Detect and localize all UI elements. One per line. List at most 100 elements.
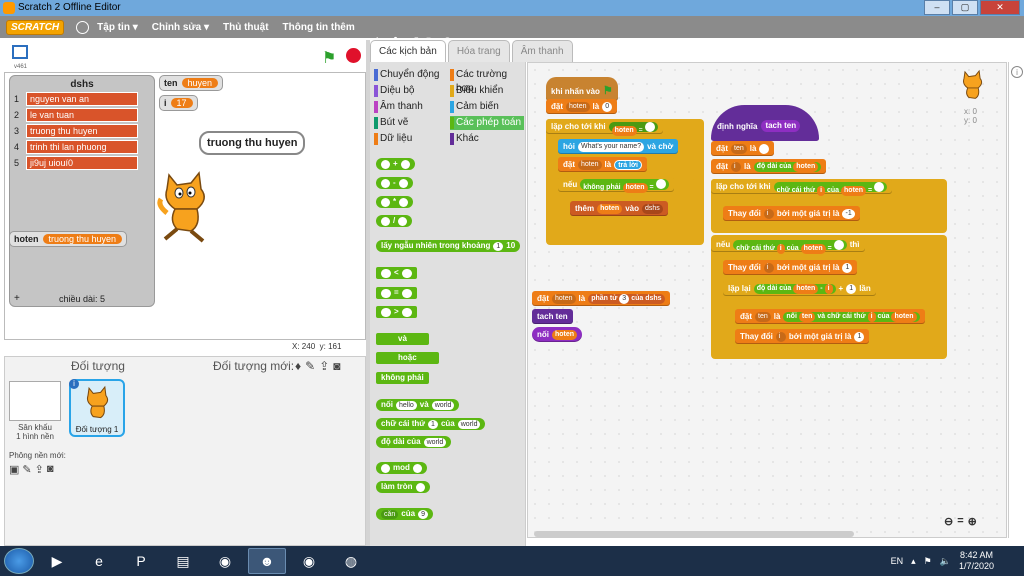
list-cell[interactable]: ji9uj uiouí0 [26,156,138,170]
cat-sprite[interactable] [155,169,217,245]
stop-icon[interactable] [346,48,361,63]
palette-subtract-block[interactable]: - [376,177,413,189]
palette-less-than-block[interactable]: < [376,267,417,279]
palette-divide-block[interactable]: / [376,215,413,227]
category-sensing[interactable]: Cảm biến [450,100,524,114]
variable-monitor-hoten[interactable]: hoten truong thu huyen [9,231,128,247]
chrome-window-icon[interactable]: ◉ [290,548,328,574]
list-item[interactable]: 1 nguyen van an [14,92,154,106]
horizontal-scrollbar[interactable] [534,531,854,537]
category-pen[interactable]: Bút vẽ [374,116,448,130]
palette-round-block[interactable]: làm tròn [376,481,430,493]
category-looks[interactable]: Diệu bộ [374,84,448,98]
call-tach-ten-block[interactable]: tach ten [532,309,573,324]
scratch-taskbar-icon[interactable]: ☻ [248,548,286,574]
set-variable-block[interactable]: đặt hoten là 0 [546,99,618,114]
variable-monitor-i[interactable]: i 17 [159,95,198,111]
if-letter-then-block[interactable]: nếu chữ cái thứ i của hoten = thì [711,237,865,254]
stage[interactable]: dshs 1 nguyen van an 2 le van tuan 3 truong… [4,72,366,340]
start-button[interactable] [4,548,34,574]
info-icon[interactable]: i [1011,66,1023,78]
list-item[interactable]: 3 truong thu huyen [14,124,154,138]
chrome-icon[interactable]: ◉ [206,548,244,574]
tab-sounds[interactable]: Âm thanh [511,40,573,62]
flag-tray-icon[interactable]: ⚑ [924,556,932,567]
category-operators[interactable]: Các phép toán [450,116,524,130]
palette-multiply-block[interactable]: * [376,196,414,208]
upload-sprite-icon[interactable]: ⇪ [319,359,329,373]
set-ten-block[interactable]: đặt ten là [711,141,775,156]
add-to-list-block[interactable]: thêm hoten vào dshs [570,201,668,216]
vertical-scrollbar[interactable]: i [1008,62,1024,538]
menu-file[interactable]: Tập tin ▾ [97,22,138,33]
scratch-logo[interactable]: SCRATCH [6,19,65,35]
set-to-item-block[interactable]: đặt hoten là phần tử 3 của dshs [532,291,670,306]
powerpoint-icon[interactable]: P [122,548,160,574]
set-i-length-block[interactable]: đặt i là độ dài của hoten [711,159,827,174]
palette-mod-block[interactable]: mod [376,462,427,474]
zoom-in-icon[interactable]: ⊕ [968,515,977,528]
palette-equals-block[interactable]: = [376,287,417,299]
list-monitor-dshs[interactable]: dshs 1 nguyen van an 2 le van tuan 3 truong… [9,75,155,307]
media-player-icon[interactable]: ▶ [38,548,76,574]
change-i-by-minus-one-block[interactable]: Thay đổi i bởi một giá trị là -1 [723,206,860,221]
list-cell[interactable]: truong thu huyen [26,124,138,138]
tab-scripts[interactable]: Các kịch bản [370,40,446,62]
repeat-until-letter-block[interactable]: lặp cho tới khi chữ cái thứ i của hoten = [711,179,893,196]
repeat-until-block[interactable]: lặp cho tới khi hoten = [546,119,663,136]
category-more[interactable]: Khác [450,132,524,146]
paint-sprite-icon[interactable]: ✎ [305,359,315,373]
repeat-times-block[interactable]: lặp lại độ dài của hoten - i +1 lần [723,281,876,296]
stage-thumbnail[interactable] [9,381,61,421]
ask-and-wait-block[interactable]: hỏi What's your name? và chờ [558,139,679,154]
palette-or-block[interactable]: hoặc [376,352,439,364]
close-button[interactable]: ✕ [980,0,1020,15]
palette-add-block[interactable]: + [376,158,415,170]
palette-length-block[interactable]: độ dài của world [376,436,452,448]
language-indicator[interactable]: EN [891,556,904,566]
palette-greater-than-block[interactable]: > [376,306,417,318]
zoom-reset-icon[interactable]: = [957,515,963,528]
minimize-button[interactable]: – [924,0,950,15]
maximize-button[interactable]: ▢ [952,0,978,15]
scripts-area[interactable]: khi nhấn vào ⚑ đặt hoten là 0 lặp cho tới kh… [527,62,1007,538]
palette-not-block[interactable]: không phải [376,372,429,384]
list-item[interactable]: 2 le van tuan [14,108,154,122]
change-i-by-one-block-2[interactable]: Thay đổi i bởi một giá trị là 1 [735,329,870,344]
file-explorer-icon[interactable]: ▤ [164,548,202,574]
choose-backdrop-icon[interactable]: ▣ [9,463,19,476]
sprite-thumbnail[interactable]: i Đối tượng 1 [69,379,125,437]
tray-arrow-icon[interactable]: ▴ [911,556,916,567]
camera-sprite-icon[interactable]: ◙ [333,359,340,373]
palette-and-block[interactable]: và [376,333,429,345]
camera-backdrop-icon[interactable]: ◙ [47,463,54,476]
category-data[interactable]: Dữ liệu [374,132,448,146]
if-not-block[interactable]: nếu không phải hoten = [558,177,674,193]
palette-random-block[interactable]: lấy ngẫu nhiên trong khoảng 1 10 [376,240,521,252]
category-motion[interactable]: Chuyển động [374,68,448,82]
define-block[interactable]: định nghĩa tach ten [711,105,819,141]
upload-backdrop-icon[interactable]: ⇪ [35,463,44,476]
set-ten-join-block[interactable]: đặt ten là nối ten và chữ cái thứ i của hot… [735,309,925,324]
menu-edit[interactable]: Chỉnh sửa ▾ [152,22,209,33]
category-events[interactable]: Các trường hợp [450,68,524,94]
list-item[interactable]: 4 trinh thi lan phuong [14,140,154,154]
category-sound[interactable]: Âm thanh [374,100,448,114]
palette-join-block[interactable]: nối hello và world [376,399,460,411]
list-cell[interactable]: nguyen van an [26,92,138,106]
change-i-by-one-block[interactable]: Thay đổi i bởi một giá trị là 1 [723,260,858,275]
paint-backdrop-icon[interactable]: ✎ [22,463,31,476]
set-to-answer-block[interactable]: đặt hoten là trả lời [558,157,647,172]
clock[interactable]: 8:42 AM 1/7/2020 [959,550,994,572]
palette-math-function-block[interactable]: căn của 9 [376,508,433,520]
choose-sprite-icon[interactable]: ♦ [295,359,301,373]
join-reporter-block[interactable]: nối hoten [532,327,583,342]
zoom-out-icon[interactable]: ⊖ [944,515,953,528]
app-icon[interactable]: ◍ [332,548,370,574]
language-globe-icon[interactable] [76,20,90,34]
list-cell[interactable]: le van tuan [26,108,138,122]
menu-tips[interactable]: Thủ thuật [223,22,269,33]
tab-costumes[interactable]: Hóa trang [447,40,510,62]
category-control[interactable]: Điều khiển [450,84,524,98]
menu-about[interactable]: Thông tin thêm [283,22,355,33]
